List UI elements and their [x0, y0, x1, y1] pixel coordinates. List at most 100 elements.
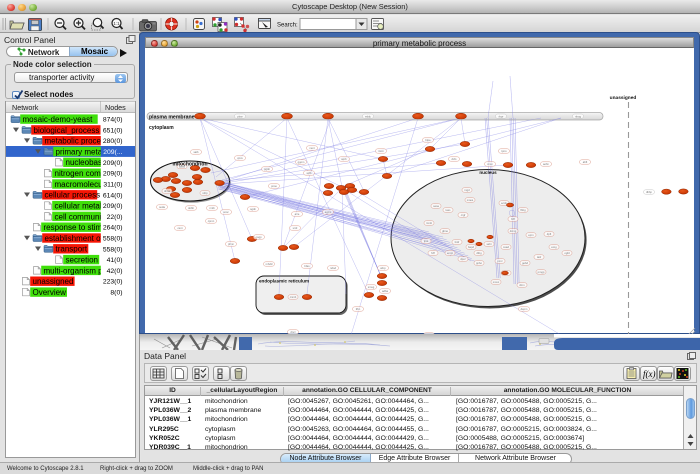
svg-text:rmnb: rmnb	[426, 221, 433, 225]
svg-text:fbbg: fbbg	[520, 208, 526, 212]
svg-text:drnn: drnn	[519, 283, 525, 287]
svg-text:smsg: smsg	[368, 286, 375, 289]
svg-text:nent: nent	[309, 146, 314, 150]
svg-text:22(0): 22(0)	[107, 214, 123, 221]
svg-text:mbdd: mbdd	[266, 262, 273, 266]
svg-text:614(0): 614(0)	[103, 192, 123, 199]
svg-text:42(0): 42(0)	[107, 268, 123, 275]
svg-text:moes: moes	[467, 199, 474, 202]
svg-text:209(...: 209(...	[103, 149, 122, 156]
svg-text:srrd: srrd	[293, 226, 298, 230]
svg-text:nscn: nscn	[378, 150, 384, 153]
svg-text:dbbp: dbbp	[646, 190, 652, 194]
svg-text:cytoplasm: cytoplasm	[149, 125, 174, 131]
svg-text:558(0): 558(0)	[103, 236, 123, 243]
svg-text:1:1: 1:1	[113, 21, 120, 26]
svg-text:Search:: Search:	[277, 23, 298, 29]
svg-text:regp: regp	[256, 235, 262, 239]
svg-text:cnmb: cnmb	[290, 295, 297, 299]
svg-text:bfao: bfao	[304, 264, 310, 268]
svg-text:311(0): 311(0)	[103, 182, 122, 189]
svg-text:adba: adba	[382, 289, 388, 293]
svg-text:264(0): 264(0)	[103, 225, 123, 232]
svg-text:cellular process: cellular process	[45, 191, 101, 200]
svg-text:209(0): 209(0)	[103, 160, 123, 167]
svg-text:223(0): 223(0)	[103, 279, 123, 286]
svg-text:dcfs: dcfs	[452, 157, 458, 161]
svg-text:pgob: pgob	[264, 167, 270, 171]
svg-text:ndrp: ndrp	[202, 191, 208, 195]
svg-text:eddc: eddc	[365, 114, 371, 118]
svg-text:empt: empt	[447, 251, 453, 255]
svg-text:plasma membrane: plasma membrane	[149, 115, 195, 121]
svg-text:arre: arre	[295, 212, 300, 216]
svg-text:abft: abft	[583, 160, 588, 164]
svg-text:snsc: snsc	[223, 211, 229, 214]
svg-text:nitrogen compound me: nitrogen compound me	[55, 169, 137, 178]
svg-text:cent: cent	[177, 226, 182, 230]
svg-text:pbar: pbar	[237, 114, 242, 118]
svg-text:gbne: gbne	[442, 229, 448, 233]
svg-text:seda: seda	[159, 205, 165, 209]
svg-text:8(0): 8(0)	[110, 290, 122, 297]
svg-text:dpft: dpft	[547, 232, 552, 236]
svg-text:bapd: bapd	[468, 245, 474, 249]
svg-text:651(0): 651(0)	[103, 127, 123, 134]
svg-text:tpno: tpno	[501, 149, 507, 153]
svg-text:satb: satb	[193, 150, 199, 154]
svg-text:pmgp: pmgp	[538, 271, 545, 274]
svg-text:gebd: gebd	[522, 261, 528, 265]
svg-text:metabolic process: metabolic process	[45, 137, 109, 146]
svg-text:unassigned: unassigned	[33, 277, 74, 286]
svg-text:874(0): 874(0)	[103, 117, 123, 124]
svg-text:aprb: aprb	[341, 157, 347, 161]
svg-text:nucleus: nucleus	[479, 170, 497, 175]
svg-text:spfb: spfb	[306, 171, 312, 175]
svg-text:btpe: btpe	[425, 138, 431, 142]
svg-text:f(x): f(x)	[643, 369, 656, 379]
svg-text:pnse: pnse	[271, 185, 277, 188]
svg-text:pcnr: pcnr	[497, 259, 502, 263]
svg-text:fcff: fcff	[431, 251, 435, 255]
svg-text:rngd: rngd	[464, 188, 470, 192]
svg-text:dcmg: dcmg	[510, 229, 517, 233]
svg-text:ndod: ndod	[330, 266, 336, 270]
svg-text:depm: depm	[521, 307, 528, 311]
svg-text:secretion: secretion	[66, 256, 98, 265]
svg-text:ogdn: ogdn	[250, 207, 256, 211]
svg-text:dtbg: dtbg	[476, 251, 482, 255]
svg-text:Overview: Overview	[33, 288, 67, 297]
svg-text:tasf: tasf	[537, 255, 542, 259]
svg-text:unassigned: unassigned	[610, 95, 637, 101]
svg-text:endoplasmic reticulum: endoplasmic reticulum	[259, 279, 309, 284]
svg-text:ppbo: ppbo	[476, 261, 482, 265]
svg-text:558(0): 558(0)	[103, 246, 123, 253]
svg-text:280(0): 280(0)	[103, 138, 123, 145]
svg-text:egcm: egcm	[325, 211, 332, 214]
svg-text:ggom: ggom	[298, 161, 305, 164]
svg-text:pfmn: pfmn	[228, 242, 234, 246]
svg-text:mosaic-demo-yeast: mosaic-demo-yeast	[23, 115, 94, 124]
svg-text:tfbn: tfbn	[356, 307, 361, 311]
svg-text:rmtb: rmtb	[209, 206, 215, 210]
svg-text:biological_process: biological_process	[34, 126, 100, 135]
svg-text:dnoa: dnoa	[164, 189, 170, 193]
svg-text:tass: tass	[446, 208, 452, 212]
svg-text:tpot: tpot	[424, 239, 429, 243]
svg-text:Nodes: Nodes	[105, 103, 126, 112]
svg-text:aofm: aofm	[543, 162, 550, 166]
svg-text:eprn: eprn	[528, 233, 534, 237]
svg-text:bftf: bftf	[511, 217, 515, 221]
svg-text:cnsn: cnsn	[487, 163, 493, 166]
svg-text:erog: erog	[551, 245, 557, 249]
svg-text:sebt: sebt	[486, 242, 491, 246]
svg-text:ogfd: ogfd	[564, 251, 570, 255]
svg-text:Network: Network	[12, 103, 39, 112]
svg-text:mitochondrion: mitochondrion	[173, 162, 208, 168]
svg-text:fodr: fodr	[455, 240, 460, 244]
svg-text:mcec: mcec	[493, 281, 500, 284]
svg-text:transport: transport	[56, 245, 88, 254]
svg-text:209(0): 209(0)	[103, 203, 123, 210]
svg-text:crgf: crgf	[461, 213, 466, 217]
svg-text:cpmn: cpmn	[208, 220, 215, 223]
